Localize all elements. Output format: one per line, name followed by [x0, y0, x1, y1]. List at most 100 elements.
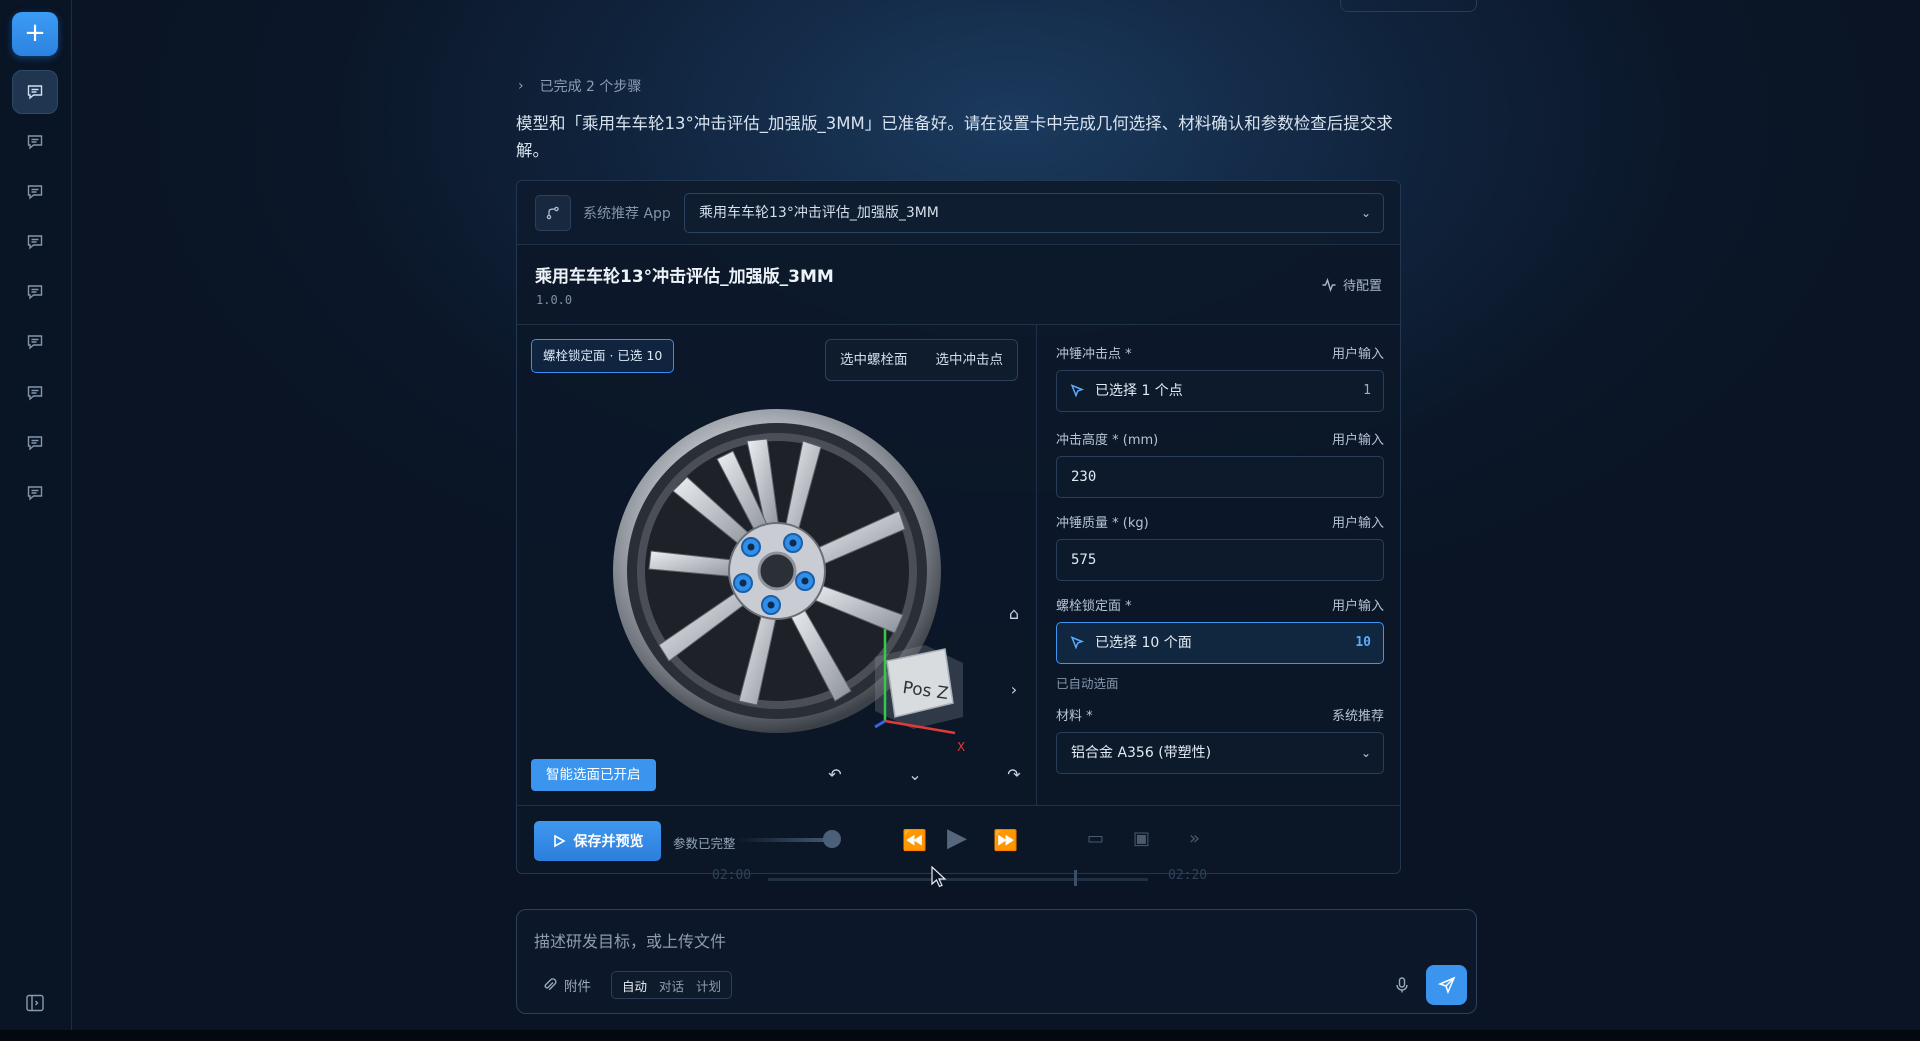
field-label: 螺栓锁定面 * [1056, 599, 1132, 614]
app-label: 系统推荐 App [583, 206, 671, 222]
params-progress [737, 838, 837, 842]
timeline-marker[interactable] [1074, 870, 1077, 886]
cursor-icon [1070, 384, 1085, 398]
play-icon [553, 834, 566, 848]
composer: 描述研发目标，或上传文件 附件 自动 对话 计划 [516, 909, 1477, 1014]
chat-icon [27, 185, 43, 200]
chat-icon [27, 135, 43, 150]
selection-mode-tabs: 选中螺栓面 选中冲击点 [825, 339, 1018, 381]
sidebar-item-chat-7[interactable] [12, 371, 58, 415]
field-impact-height: 冲击高度 * (mm) 用户输入 230 [1056, 429, 1384, 498]
paperclip-icon [544, 978, 557, 991]
steps-summary[interactable]: › 已完成 2 个步骤 [518, 76, 641, 96]
timeline-start: 02:00 [712, 868, 752, 883]
sidebar-item-chat-5[interactable] [12, 270, 58, 314]
status-badge: 待配置 [1321, 275, 1382, 294]
rewind-icon[interactable]: ⏪ [902, 828, 927, 852]
chat-icon [27, 85, 43, 100]
field-label: 冲锤冲击点 * [1056, 347, 1132, 362]
send-button[interactable] [1426, 965, 1467, 1005]
sidebar-item-chat-1[interactable] [12, 70, 58, 114]
sidebar-item-chat-3[interactable] [12, 170, 58, 214]
save-preview-button[interactable]: 保存并预览 [534, 821, 661, 861]
field-bolt-face: 螺栓锁定面 * 用户输入 已选择 10 个面 10 [1056, 595, 1384, 664]
steps-label: 已完成 2 个步骤 [539, 79, 642, 95]
new-chat-button[interactable]: + [12, 12, 58, 56]
field-label: 冲击高度 * (mm) [1056, 433, 1159, 448]
field-source: 用户输入 [1331, 433, 1384, 448]
home-icon[interactable]: ⌂ [1005, 605, 1023, 623]
panel-icon[interactable] [24, 992, 46, 1014]
timeline-end: 02:20 [1168, 868, 1208, 883]
top-stub [1340, 0, 1477, 12]
field-value: 已选择 10 个面 [1095, 635, 1192, 651]
rotate-right-icon[interactable]: ↷ [1005, 766, 1023, 784]
sidebar-item-chat-4[interactable] [12, 220, 58, 264]
composer-input[interactable]: 描述研发目标，或上传文件 [534, 928, 726, 952]
field-material: 材料 * 系统推荐 铝合金 A356 (带塑性) ⌄ [1056, 705, 1384, 774]
mode-switch: 自动 对话 计划 [611, 971, 733, 999]
timeline: 02:00 02:20 [712, 868, 1212, 888]
sidebar-item-chat-8[interactable] [12, 421, 58, 465]
tab-select-bolt-face[interactable]: 选中螺栓面 [826, 340, 922, 380]
svg-text:X: X [957, 740, 965, 754]
chevron-down-icon: ⌄ [1360, 206, 1371, 220]
bottom-strip [0, 1030, 1920, 1041]
bolt-face-selector[interactable]: 已选择 10 个面 10 [1056, 622, 1384, 664]
status-text: 待配置 [1342, 279, 1382, 294]
double-chevron-icon[interactable]: » [1189, 828, 1200, 849]
picture-in-picture-icon[interactable]: ▣ [1133, 828, 1150, 849]
chat-icon [27, 335, 43, 350]
impact-height-input[interactable]: 230 [1056, 456, 1384, 498]
params-status: 参数已完整 [673, 836, 736, 851]
field-hammer-mass: 冲锤质量 * (kg) 用户输入 575 [1056, 512, 1384, 581]
sidebar-item-chat-2[interactable] [12, 120, 58, 164]
sidebar-item-chat-6[interactable] [12, 320, 58, 364]
card-footer: 保存并预览 参数已完整 ⏪ ▶ ⏩ ▭ ▣ » [517, 805, 1400, 873]
chat-icon [27, 436, 43, 451]
mic-icon[interactable] [1393, 976, 1411, 994]
chevron-right-icon: › [518, 78, 524, 94]
smart-select-button[interactable]: 智能选面已开启 [531, 759, 656, 791]
send-icon [1437, 976, 1455, 994]
app-header: 乘用车车轮13°冲击评估_加强版_3MM 1.0.0 待配置 [517, 245, 1400, 325]
setup-card: 系统推荐 App 乘用车车轮13°冲击评估_加强版_3MM ⌄ 乘用车车轮13°… [516, 180, 1401, 874]
sidebar-item-chat-9[interactable] [12, 471, 58, 515]
app-select[interactable]: 乘用车车轮13°冲击评估_加强版_3MM ⌄ [684, 193, 1384, 233]
activity-icon [1322, 277, 1336, 292]
field-label: 材料 * [1056, 709, 1093, 724]
material-select[interactable]: 铝合金 A356 (带塑性) ⌄ [1056, 732, 1384, 774]
selection-count: 10 [1355, 635, 1371, 650]
field-source: 用户输入 [1331, 599, 1384, 614]
mouse-cursor-icon [931, 866, 947, 888]
chevron-down-icon: ⌄ [1360, 746, 1371, 760]
assistant-message: 模型和「乘用车车轮13°冲击评估_加强版_3MM」已准备好。请在设置卡中完成几何… [516, 114, 1393, 160]
chevron-down-icon[interactable]: ⌄ [906, 766, 924, 784]
app-version: 1.0.0 [536, 293, 573, 307]
page-title: 乘用车车轮13°冲击评估_加强版_3MM [535, 267, 834, 287]
view-cube[interactable]: Pos Z X [847, 625, 977, 755]
rotate-left-icon[interactable]: ↶ [826, 766, 844, 784]
field-source: 用户输入 [1331, 516, 1384, 531]
play-icon[interactable]: ▶ [947, 823, 967, 853]
mode-auto[interactable]: 自动 [616, 976, 653, 995]
monitor-icon[interactable]: ▭ [1087, 828, 1104, 849]
sidebar: + [0, 0, 72, 1030]
params-form: 冲锤冲击点 * 用户输入 已选择 1 个点 1 冲击高度 * (mm) 用户输入 2… [1038, 325, 1400, 805]
field-impact-point: 冲锤冲击点 * 用户输入 已选择 1 个点 1 [1056, 343, 1384, 412]
impact-point-selector[interactable]: 已选择 1 个点 1 [1056, 370, 1384, 412]
tab-select-impact-point[interactable]: 选中冲击点 [922, 340, 1018, 380]
fast-forward-icon[interactable]: ⏩ [993, 828, 1018, 852]
hammer-mass-input[interactable]: 575 [1056, 539, 1384, 581]
field-source: 系统推荐 [1331, 709, 1384, 724]
mode-chat[interactable]: 对话 [653, 976, 690, 995]
model-viewport[interactable]: 螺栓锁定面 · 已选 10 选中螺栓面 选中冲击点 Pos Z X ⌂ › ↶ … [517, 325, 1037, 805]
attach-button[interactable]: 附件 [542, 975, 591, 995]
attach-label: 附件 [564, 979, 591, 995]
chevron-right-icon[interactable]: › [1005, 681, 1023, 699]
plus-icon: + [24, 18, 46, 48]
mode-plan[interactable]: 计划 [690, 976, 727, 995]
params-progress-knob [823, 830, 841, 848]
field-value: 已选择 1 个点 [1095, 383, 1183, 399]
timeline-track[interactable] [768, 878, 1148, 881]
